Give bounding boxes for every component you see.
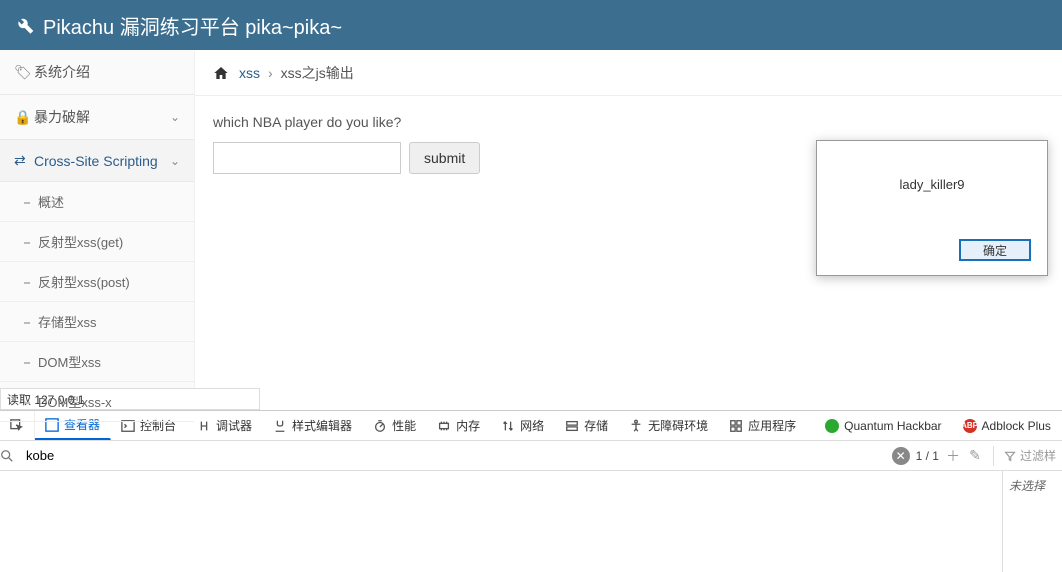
no-selection-text: 未选择 [1009, 479, 1045, 493]
green-dot-icon [825, 419, 839, 433]
sidebar-item-bruteforce[interactable]: 🔒 暴力破解 ⌄ [0, 95, 194, 140]
sidebar-sub-dom-x[interactable]: DOM型xss-x [0, 382, 194, 422]
breadcrumb-separator: › [268, 65, 273, 81]
tab-accessibility[interactable]: 无障碍环境 [619, 411, 719, 440]
devtools: 查看器 控制台 调试器 样式编辑器 性能 内存 网络 存储 [0, 410, 1062, 572]
edit-icon[interactable]: ✎ [967, 447, 983, 464]
style-icon [273, 419, 287, 433]
divider [993, 446, 994, 466]
storage-icon [565, 419, 579, 433]
player-input[interactable] [213, 142, 401, 174]
debugger-icon [197, 419, 211, 433]
chevron-down-icon: ⌄ [170, 110, 180, 124]
app-header: Pikachu 漏洞练习平台 pika~pika~ [0, 0, 1062, 50]
breadcrumb-link[interactable]: xss [239, 65, 260, 81]
devtools-search-input[interactable] [26, 441, 892, 470]
sidebar-sub-stored[interactable]: 存储型xss [0, 302, 194, 342]
breadcrumb-current: xss之js输出 [281, 63, 354, 83]
chevron-down-icon: ⌄ [170, 154, 180, 168]
breadcrumb: xss › xss之js输出 [195, 50, 1062, 96]
sidebar-item-label: Cross-Site Scripting [34, 153, 158, 169]
home-icon[interactable] [213, 65, 229, 81]
submit-button[interactable]: submit [409, 142, 480, 174]
memory-icon [437, 419, 451, 433]
alert-ok-button[interactable]: 确定 [959, 239, 1031, 261]
sidebar-sub-reflected-get[interactable]: 反射型xss(get) [0, 222, 194, 262]
search-counter: 1 / 1 [916, 449, 939, 463]
ext-adblock-plus[interactable]: ABP Adblock Plus [953, 411, 1062, 440]
sidebar-item-xss[interactable]: ⇄ Cross-Site Scripting ⌄ [0, 140, 194, 182]
devtools-side-panel: 未选择 [1002, 471, 1062, 572]
question-text: which NBA player do you like? [213, 114, 1044, 130]
ext-quantum-hackbar[interactable]: Quantum Hackbar [815, 411, 952, 440]
devtools-body[interactable] [0, 471, 1002, 572]
add-icon[interactable]: ＋ [945, 446, 961, 466]
abp-icon: ABP [963, 419, 977, 433]
sidebar-sub-dom[interactable]: DOM型xss [0, 342, 194, 382]
tab-storage[interactable]: 存储 [555, 411, 619, 440]
tab-style[interactable]: 样式编辑器 [263, 411, 363, 440]
devtools-search-bar: ✕ 1 / 1 ＋ ✎ 过滤样 [0, 441, 1062, 471]
tab-performance[interactable]: 性能 [363, 411, 427, 440]
tab-memory[interactable]: 内存 [427, 411, 491, 440]
sidebar-item-intro[interactable]: 🏷 系统介绍 [0, 50, 194, 95]
sidebar-sub-overview[interactable]: 概述 [0, 182, 194, 222]
tab-network[interactable]: 网络 [491, 411, 555, 440]
lock-icon: 🔒 [14, 109, 28, 126]
flow-icon: ⇄ [14, 152, 28, 169]
search-icon [0, 449, 26, 463]
wrench-icon [15, 15, 35, 35]
tab-debugger[interactable]: 调试器 [187, 411, 263, 440]
sidebar: 🏷 系统介绍 🔒 暴力破解 ⌄ ⇄ Cross-Site Scripting ⌄… [0, 50, 195, 388]
tab-application[interactable]: 应用程序 [719, 411, 807, 440]
app-title: Pikachu 漏洞练习平台 pika~pika~ [43, 11, 342, 40]
sidebar-sub-reflected-post[interactable]: 反射型xss(post) [0, 262, 194, 302]
alert-message: lady_killer9 [817, 141, 1047, 192]
a11y-icon [629, 419, 643, 433]
perf-icon [373, 419, 387, 433]
alert-dialog: lady_killer9 确定 [816, 140, 1048, 276]
clear-search-icon[interactable]: ✕ [892, 447, 910, 465]
tag-icon: 🏷 [14, 64, 28, 81]
network-icon [501, 419, 515, 433]
sidebar-item-label: 系统介绍 [34, 62, 90, 82]
sidebar-item-label: 暴力破解 [34, 107, 90, 127]
app-icon [729, 419, 743, 433]
filter-label[interactable]: 过滤样 [1004, 447, 1056, 464]
